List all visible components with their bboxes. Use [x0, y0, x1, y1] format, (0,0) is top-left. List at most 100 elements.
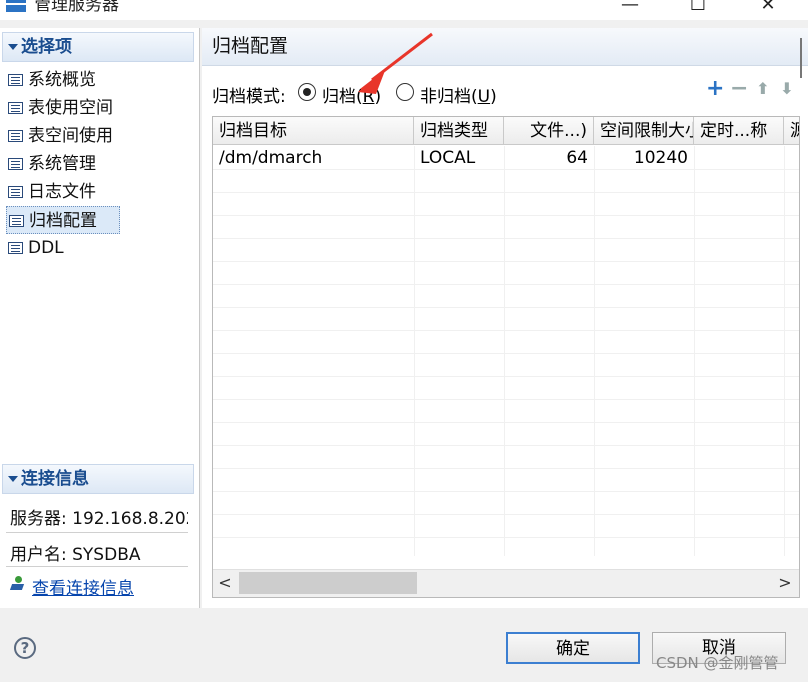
nav-item-label: 表使用空间 [28, 98, 113, 118]
radio-archive-circle[interactable] [298, 83, 316, 101]
cell-type: LOCAL [420, 148, 476, 168]
radio-noarchive[interactable]: 非归档(U) [396, 82, 497, 107]
view-connection-link[interactable]: 查看连接信息 [9, 574, 134, 599]
grid-column-line [504, 146, 505, 556]
grid-row-line [213, 284, 799, 285]
cell-dest: /dm/dmarch [219, 148, 323, 168]
column-header-timer[interactable]: 定时...称 [694, 117, 784, 145]
radio-archive-label: 归档( [322, 87, 363, 107]
grid-row-line [213, 261, 799, 262]
title-bar: 管理服务器 — ☐ ✕ [0, 0, 808, 20]
list-icon [8, 102, 23, 114]
grid-column-line [694, 146, 695, 556]
radio-archive-key: R [362, 87, 375, 107]
nav-list: 系统概览 表使用空间 表空间使用 系统管理 日志文件 归档配置 DDL [6, 66, 196, 262]
nav-item-system-management[interactable]: 系统管理 [6, 150, 196, 178]
close-button[interactable]: ✕ [748, 0, 788, 18]
radio-noarchive-label: 非归档( [420, 87, 478, 107]
connection-header-label: 连接信息 [21, 469, 89, 489]
column-header-space-limit[interactable]: 空间限制大小 [594, 117, 694, 145]
collapse-triangle-icon [8, 44, 18, 50]
collapse-triangle-icon [8, 476, 18, 482]
cell-file: 64 [566, 148, 588, 168]
grid-row-line [213, 468, 799, 469]
list-icon [8, 242, 23, 254]
divider [6, 532, 188, 533]
horizontal-scrollbar[interactable]: < > [213, 569, 799, 597]
nav-item-table-space-usage[interactable]: 表使用空间 [6, 94, 196, 122]
ok-button[interactable]: 确定 [506, 632, 640, 664]
grid-column-line [784, 146, 785, 556]
grid-row-line [213, 445, 799, 446]
grid-row-line [213, 399, 799, 400]
archive-table: 归档目标 归档类型 文件...) 空间限制大小 定时...称 源 /dm/dma… [212, 116, 800, 598]
grid-row-line [213, 307, 799, 308]
nav-item-label: 日志文件 [28, 182, 96, 202]
grid-row-line [213, 353, 799, 354]
sidebar: 选择项 系统概览 表使用空间 表空间使用 系统管理 日志文件 归档配置 DDL … [0, 28, 200, 608]
radio-archive[interactable]: 归档(R) [298, 82, 381, 107]
column-header-source[interactable]: 源 [784, 117, 799, 145]
user-info: 用户名: SYSDBA [10, 545, 141, 565]
nav-item-archive-config[interactable]: 归档配置 [6, 206, 120, 234]
connection-icon [9, 576, 26, 592]
grid-row-line [213, 537, 799, 538]
table-grid [213, 146, 799, 556]
list-icon [8, 158, 23, 170]
minimize-button[interactable]: — [610, 0, 650, 18]
column-header-type[interactable]: 归档类型 [414, 117, 504, 145]
page-title: 归档配置 [212, 35, 289, 57]
view-connection-label[interactable]: 查看连接信息 [10, 579, 134, 599]
add-icon[interactable]: + [706, 78, 724, 100]
remove-icon[interactable]: − [730, 78, 748, 100]
radio-noarchive-key: U [477, 87, 491, 107]
connection-section-header[interactable]: 连接信息 [2, 464, 194, 494]
grid-row-line [213, 238, 799, 239]
cell-timer [694, 146, 784, 170]
grid-row-line [213, 376, 799, 377]
nav-item-label: 表空间使用 [28, 126, 113, 146]
column-header-dest[interactable]: 归档目标 [213, 117, 414, 145]
server-info: 服务器: 192.168.8.202 [10, 509, 188, 529]
watermark: CSDN @金刚管管 [656, 654, 779, 672]
list-icon [9, 215, 24, 227]
nav-item-ddl[interactable]: DDL [6, 234, 196, 262]
scroll-thumb[interactable] [239, 572, 417, 594]
nav-item-log-files[interactable]: 日志文件 [6, 178, 196, 206]
maximize-button[interactable]: ☐ [678, 0, 718, 18]
move-up-icon[interactable]: ⬆ [754, 78, 772, 100]
nav-item-label: DDL [28, 238, 64, 258]
selection-section-header[interactable]: 选择项 [2, 32, 194, 62]
nav-item-system-overview[interactable]: 系统概览 [6, 66, 196, 94]
move-down-icon[interactable]: ⬇ [778, 78, 796, 100]
clipped-edge [800, 38, 808, 78]
help-icon[interactable]: ? [14, 637, 36, 659]
grid-row-line [213, 514, 799, 515]
nav-item-tablespace-usage[interactable]: 表空间使用 [6, 122, 196, 150]
table-header: 归档目标 归档类型 文件...) 空间限制大小 定时...称 源 [213, 117, 799, 145]
app-icon [6, 0, 26, 14]
grid-row-line [213, 491, 799, 492]
table-row[interactable]: /dm/dmarch LOCAL 64 10240 [213, 146, 799, 170]
grid-row-line [213, 192, 799, 193]
grid-row-line [213, 330, 799, 331]
main-header: 归档配置 [202, 28, 808, 66]
list-icon [8, 74, 23, 86]
grid-column-line [414, 146, 415, 556]
list-icon [8, 186, 23, 198]
grid-row-line [213, 422, 799, 423]
radio-noarchive-circle[interactable] [396, 83, 414, 101]
scroll-left-icon[interactable]: < [215, 572, 235, 594]
scroll-right-icon[interactable]: > [775, 572, 795, 594]
cell-space-limit: 10240 [633, 148, 688, 168]
nav-item-label: 系统管理 [28, 154, 96, 174]
archive-mode-label: 归档模式: [212, 87, 286, 107]
column-header-file[interactable]: 文件...) [504, 117, 594, 145]
nav-item-label: 归档配置 [29, 211, 97, 231]
radio-noarchive-suffix: ) [490, 87, 497, 107]
radio-archive-suffix: ) [374, 87, 382, 107]
main-panel: 归档配置 归档模式: 归档(R) 非归档(U) + − ⬆ ⬇ 归档目标 归档类… [202, 28, 808, 608]
grid-column-line [594, 146, 595, 556]
list-icon [8, 130, 23, 142]
window-title: 管理服务器 [34, 0, 119, 15]
